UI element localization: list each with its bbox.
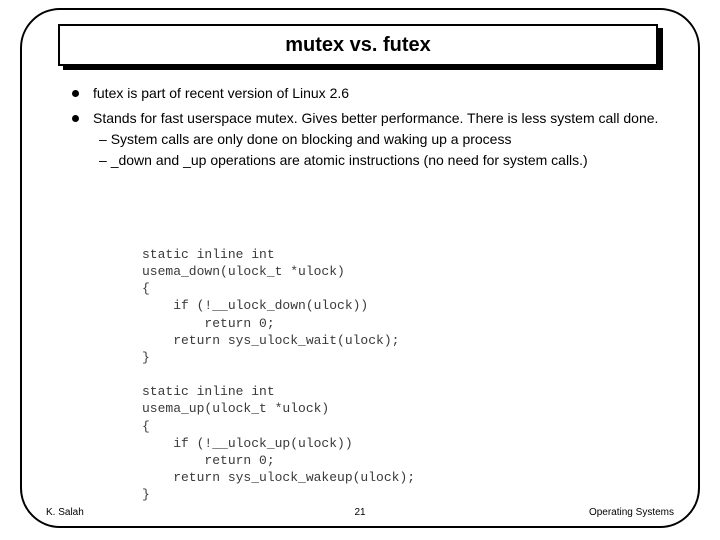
sub-bullet: _down and _up operations are atomic inst… xyxy=(93,151,662,170)
footer-course: Operating Systems xyxy=(589,507,674,518)
bullet-item: Stands for fast userspace mutex. Gives b… xyxy=(72,109,662,170)
bullet-text: Stands for fast userspace mutex. Gives b… xyxy=(93,109,662,128)
sub-bullet: System calls are only done on blocking a… xyxy=(93,130,662,149)
bullet-dot-icon xyxy=(72,90,79,97)
slide: mutex vs. futex futex is part of recent … xyxy=(0,0,720,540)
bullet-body: Stands for fast userspace mutex. Gives b… xyxy=(93,109,662,170)
bullet-dot-icon xyxy=(72,115,79,122)
title-box: mutex vs. futex xyxy=(58,24,658,66)
content-area: futex is part of recent version of Linux… xyxy=(72,84,662,176)
slide-title: mutex vs. futex xyxy=(285,34,431,57)
bullet-item: futex is part of recent version of Linux… xyxy=(72,84,662,103)
bullet-text: futex is part of recent version of Linux… xyxy=(93,84,662,103)
code-block: static inline int usema_down(ulock_t *ul… xyxy=(142,246,415,503)
